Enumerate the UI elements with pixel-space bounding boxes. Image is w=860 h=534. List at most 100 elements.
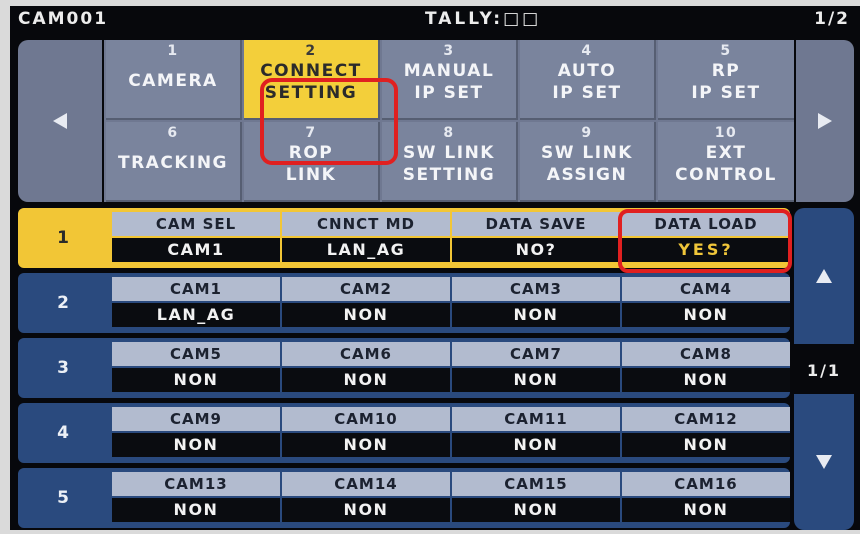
menu-item-label: TRACKING (118, 153, 228, 173)
table-cell[interactable]: CAM7 NON (452, 342, 620, 396)
cell-label: CAM10 (282, 407, 450, 431)
row-number: 3 (57, 358, 69, 378)
row-number: 4 (57, 423, 69, 443)
table-cell[interactable]: CAM6 NON (282, 342, 450, 396)
cell-label: CAM13 (112, 472, 280, 496)
cell-value: NO? (452, 238, 620, 262)
table-cell[interactable]: CAM8 NON (622, 342, 790, 396)
menu-item-label: SETTING (402, 165, 496, 185)
menu-item-label: EXT (705, 143, 747, 163)
menu-prev-button[interactable] (18, 40, 104, 202)
cell-value: NON (282, 498, 450, 522)
cell-label: CAM9 (112, 407, 280, 431)
table-row[interactable]: 2 CAM1 LAN_AG CAM2 NON CAM3 NON CAM4 NON (18, 273, 790, 333)
right-arrow-icon (818, 113, 832, 129)
table-cell[interactable]: CAM10 NON (282, 407, 450, 461)
menu-item[interactable]: 3 MANUAL IP SET (382, 40, 518, 120)
menu-item[interactable]: 9 SW LINK ASSIGN (520, 122, 656, 202)
table-cell[interactable]: DATA SAVE NO? (452, 212, 620, 266)
menu-item-label: RP (711, 61, 741, 81)
table-cell[interactable]: CAM4 NON (622, 277, 790, 331)
menu-page-indicator: 1/2 (814, 9, 850, 29)
cell-label: CAM12 (622, 407, 790, 431)
control-panel-screen: CAM001 TALLY:□□ 1/2 1 CAMERA 2 CONNECT SETTI… (10, 6, 860, 530)
table-cell[interactable]: CAM1 LAN_AG (112, 277, 280, 331)
menu-item-label: IP SET (414, 83, 484, 103)
cell-value: NON (622, 303, 790, 327)
table-cell[interactable]: CAM14 NON (282, 472, 450, 526)
menu-item-number: 6 (167, 125, 179, 141)
cell-value: NON (452, 433, 620, 457)
menu-item-number: 3 (443, 43, 455, 59)
cell-label: CAM16 (622, 472, 790, 496)
scroll-up-button[interactable] (794, 208, 854, 344)
menu-item[interactable]: 10 EXT CONTROL (658, 122, 794, 202)
table-cell[interactable]: CAM5 NON (112, 342, 280, 396)
list-page-indicator: 1/1 (806, 361, 842, 380)
cell-value: LAN_AG (282, 238, 450, 262)
cell-value: CAM1 (112, 238, 280, 262)
up-arrow-icon (816, 269, 832, 283)
menu-item[interactable]: 4 AUTO IP SET (520, 40, 656, 120)
cell-value: NON (452, 303, 620, 327)
tally-status: TALLY:□□ (425, 9, 542, 29)
table-row[interactable]: 5 CAM13 NON CAM14 NON CAM15 NON CAM16 NON (18, 468, 790, 528)
menu-item-label: SW LINK (403, 143, 495, 163)
cell-label: CAM2 (282, 277, 450, 301)
menu-item-number: 9 (581, 125, 593, 141)
table-cell[interactable]: CAM15 NON (452, 472, 620, 526)
menu-item-label: SW LINK (541, 143, 633, 163)
cell-label: CAM5 (112, 342, 280, 366)
menu-item-label: AUTO (557, 61, 617, 81)
menu-item[interactable]: 5 RP IP SET (658, 40, 794, 120)
cell-label: CAM6 (282, 342, 450, 366)
scroll-down-button[interactable] (794, 394, 854, 530)
menu-item-label: ASSIGN (546, 165, 628, 185)
cell-value: NON (112, 433, 280, 457)
menu-item-number: 5 (720, 43, 732, 59)
table-row[interactable]: 4 CAM9 NON CAM10 NON CAM11 NON CAM12 NON (18, 403, 790, 463)
table-row[interactable]: 3 CAM5 NON CAM6 NON CAM7 NON CAM8 NON (18, 338, 790, 398)
table-cell[interactable]: CAM SEL CAM1 (112, 212, 280, 266)
cell-label: DATA SAVE (452, 212, 620, 236)
cell-label: CAM8 (622, 342, 790, 366)
menu-panel: 1 CAMERA 2 CONNECT SETTING 3 MANUAL IP SET 4 AUTO… (18, 40, 854, 202)
cell-value: NON (112, 498, 280, 522)
menu-item-label: MANUAL (403, 61, 495, 81)
cell-value: NON (112, 368, 280, 392)
cell-label: CAM15 (452, 472, 620, 496)
cell-label: CAM11 (452, 407, 620, 431)
down-arrow-icon (816, 455, 832, 469)
table-cell[interactable]: CAM2 NON (282, 277, 450, 331)
cell-value: NON (622, 498, 790, 522)
table-cell[interactable]: CNNCT MD LAN_AG (282, 212, 450, 266)
menu-item-label: CAMERA (128, 71, 218, 91)
cell-label: CAM SEL (112, 212, 280, 236)
selection-highlight (260, 78, 398, 165)
left-arrow-icon (53, 113, 67, 129)
row-number: 5 (57, 488, 69, 508)
data-load-highlight (618, 209, 792, 273)
row-number: 2 (57, 293, 69, 313)
menu-item[interactable]: 1 CAMERA (106, 40, 242, 120)
menu-item[interactable]: 8 SW LINK SETTING (382, 122, 518, 202)
row-number: 1 (57, 228, 69, 248)
table-cell[interactable]: CAM9 NON (112, 407, 280, 461)
menu-item-number: 10 (714, 125, 738, 141)
camera-id: CAM001 (18, 9, 109, 29)
menu-next-button[interactable] (794, 40, 854, 202)
menu-item-number: 2 (305, 43, 317, 59)
cell-label: CAM3 (452, 277, 620, 301)
table-cell[interactable]: CAM3 NON (452, 277, 620, 331)
menu-item-number: 4 (581, 43, 593, 59)
menu-item[interactable]: 6 TRACKING (106, 122, 242, 202)
cell-value: NON (622, 433, 790, 457)
cell-value: NON (622, 368, 790, 392)
table-cell[interactable]: CAM11 NON (452, 407, 620, 461)
menu-item-number: 8 (443, 125, 455, 141)
cell-value: LAN_AG (112, 303, 280, 327)
table-cell[interactable]: CAM16 NON (622, 472, 790, 526)
table-cell[interactable]: CAM13 NON (112, 472, 280, 526)
table-cell[interactable]: CAM12 NON (622, 407, 790, 461)
cell-value: NON (452, 498, 620, 522)
